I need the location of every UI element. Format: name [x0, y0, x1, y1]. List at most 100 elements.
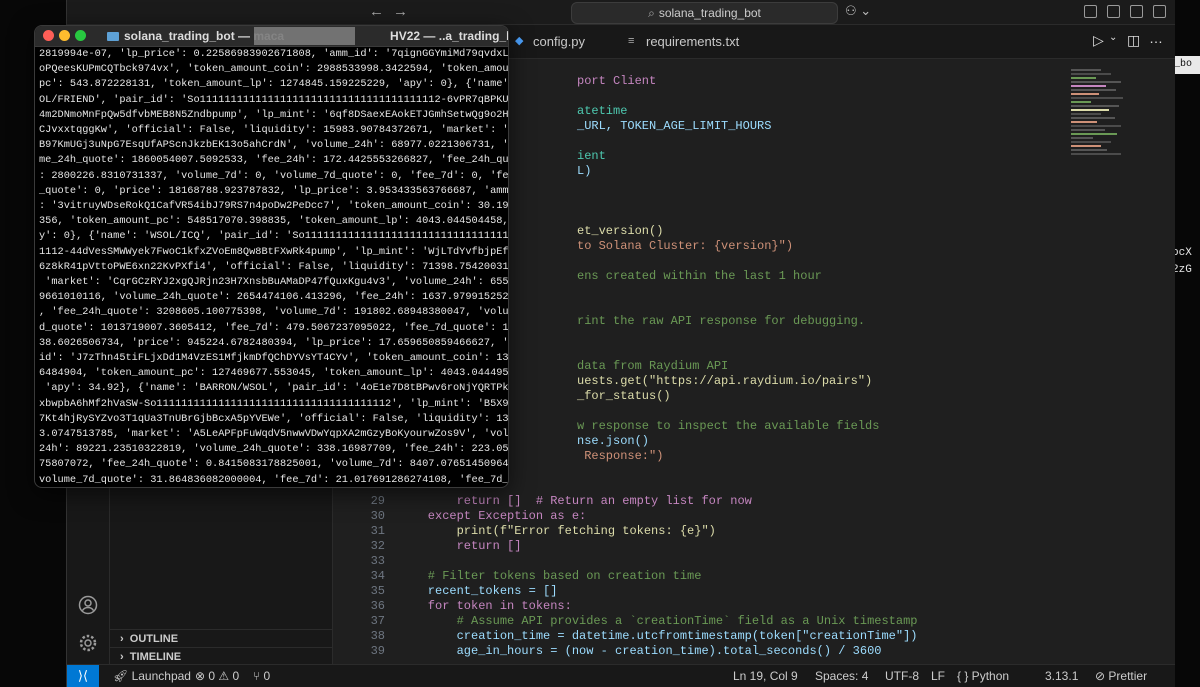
line-number: 31: [370, 524, 385, 538]
python-version[interactable]: 3.13.1: [1045, 665, 1078, 687]
terminal-output-line: 6484904, 'token_amount_pc': 127469677.55…: [39, 367, 509, 380]
code-line-partial: _for_status(): [577, 389, 671, 404]
timeline-section-header[interactable]: › TIMELINE: [110, 647, 332, 665]
run-icon[interactable]: ▷: [1093, 32, 1104, 49]
command-center-label: solana_trading_bot: [658, 6, 761, 20]
settings-gear-icon[interactable]: [78, 633, 98, 653]
code-line-partial: w response to inspect the available fiel…: [577, 419, 879, 434]
terminal-output-line: 9661010116, 'volume_24h_quote': 26544741…: [39, 291, 509, 304]
code-line: creation_time = datetime.utcfromtimestam…: [399, 629, 918, 644]
code-line-partial: ens created within the last 1 hour: [577, 269, 822, 284]
run-dropdown-icon[interactable]: ⌄: [1109, 32, 1117, 43]
line-number: 32: [370, 539, 385, 553]
account-icon[interactable]: [78, 595, 98, 615]
timeline-label: TIMELINE: [129, 651, 182, 663]
close-window-button[interactable]: [43, 30, 54, 41]
language-mode[interactable]: { } Python: [957, 665, 1009, 687]
remote-indicator-icon[interactable]: ⟩⟨: [67, 665, 99, 687]
code-line: age_in_hours = (now - creation_time).tot…: [399, 644, 882, 659]
line-number: 39: [370, 644, 385, 658]
code-text: et_version(): [577, 224, 664, 238]
tab-requirements-txt[interactable]: ≡ requirements.txt: [620, 25, 770, 58]
terminal-output-line: 4m2DNmoMnFpQw5dfvbMEB8N5Zndbpump', 'lp_m…: [39, 108, 509, 121]
outline-label: OUTLINE: [129, 633, 179, 645]
line-number: 37: [370, 614, 385, 628]
split-editor-icon[interactable]: ◫: [1127, 32, 1140, 49]
more-actions-icon[interactable]: …: [1149, 30, 1163, 46]
code-text: # Filter tokens based on creation time: [399, 569, 702, 583]
code-line-partial: _URL, TOKEN_AGE_LIMIT_HOURS: [577, 119, 771, 134]
indentation-setting[interactable]: Spaces: 4: [815, 665, 868, 687]
code-line-partial: nse.json(): [577, 434, 649, 449]
terminal-output-line: 2819994e-07, 'lp_price': 0.2258698390267…: [39, 48, 509, 60]
code-text: to Solana Cluster: {version}"): [577, 239, 794, 253]
line-number: 34: [370, 569, 385, 583]
tab-label: requirements.txt: [646, 34, 740, 49]
code-line: return [] # Return an empty list for now: [399, 494, 752, 509]
code-line: for token in tokens:: [399, 599, 572, 614]
folder-icon: [107, 32, 119, 41]
terminal-output-line: OL/FRIEND', 'pair_id': 'So11111111111111…: [39, 93, 509, 106]
ports-indicator[interactable]: ⑂ 0: [253, 665, 270, 687]
code-line: # Assume API provides a `creationTime` f…: [399, 614, 918, 629]
line-number: 38: [370, 629, 385, 643]
code-text: creation_time = datetime.utcfromtimestam…: [399, 629, 918, 643]
code-line: recent_tokens = []: [399, 584, 558, 599]
background-window-text: ocX 2zG: [1172, 245, 1200, 279]
cursor-position[interactable]: Ln 19, Col 9: [733, 665, 798, 687]
terminal-output-line: 24h': 89221.23510322819, 'volume_24h_quo…: [39, 443, 509, 456]
code-text: for token in tokens:: [399, 599, 572, 613]
line-number: 29: [370, 494, 385, 508]
code-text: _for_status(): [577, 389, 671, 403]
terminal-output-line: 38.6026506734, 'price': 945224.678248039…: [39, 336, 509, 349]
forward-arrow-icon[interactable]: →: [393, 3, 408, 20]
code-text: except Exception as e:: [399, 509, 587, 523]
zoom-window-button[interactable]: [75, 30, 86, 41]
terminal-output-line: me_24h_quote': 1860054007.5092533, 'fee_…: [39, 154, 509, 167]
terminal-output-line: pc': 543.872228131, 'token_amount_lp': 1…: [39, 78, 509, 91]
background-text-line: ocX: [1172, 247, 1192, 259]
eol-setting[interactable]: LF: [931, 665, 945, 687]
terminal-window[interactable]: solana_trading_bot — maca HV22 — ..a_trad…: [34, 25, 509, 488]
code-line-partial: port Client: [577, 74, 656, 89]
tab-config-py[interactable]: ◆ config.py: [507, 25, 619, 58]
outline-section-header[interactable]: › OUTLINE: [110, 629, 332, 647]
code-text: ens created within the last 1 hour: [577, 269, 822, 283]
code-text: L): [577, 164, 592, 178]
terminal-output-line: y': 0}, {'name': 'WSOL/ICQ', 'pair_id': …: [39, 230, 509, 243]
layout-panel-icon[interactable]: [1107, 5, 1120, 18]
terminal-output-line: 356, 'token_amount_pc': 548517070.398835…: [39, 215, 509, 228]
terminal-output-line: 75807072, 'fee_24h_quote': 0.84150831788…: [39, 458, 509, 471]
prettier-status[interactable]: ⊘ Prettier: [1095, 665, 1147, 687]
terminal-output[interactable]: 2819994e-07, 'lp_price': 0.2258698390267…: [39, 47, 509, 487]
command-center-search[interactable]: ⌕ solana_trading_bot: [571, 2, 838, 24]
customize-layout-icon[interactable]: [1153, 5, 1166, 18]
minimize-window-button[interactable]: [59, 30, 70, 41]
copilot-icon[interactable]: ⚇ ⌄: [845, 3, 871, 19]
back-arrow-icon[interactable]: ←: [369, 3, 384, 20]
code-line: except Exception as e:: [399, 509, 586, 524]
encoding-setting[interactable]: UTF-8: [885, 665, 919, 687]
terminal-output-line: 6z8kR41pVttoPWE6xn22KvPXfi4', 'official'…: [39, 260, 509, 273]
terminal-title-bar[interactable]: solana_trading_bot — maca HV22 — ..a_trad…: [35, 26, 508, 47]
code-text: rint the raw API response for debugging.: [577, 314, 866, 328]
chevron-right-icon: ›: [120, 633, 124, 645]
code-line: # Filter tokens based on creation time: [399, 569, 702, 584]
line-number: 35: [370, 584, 385, 598]
code-text: return []: [399, 539, 522, 553]
problems-indicator[interactable]: ⊗ 0 ⚠ 0: [195, 665, 239, 687]
terminal-output-line: volume_7d_quote': 31.864836082000004, 'f…: [39, 473, 509, 486]
line-number: 33: [370, 554, 385, 568]
code-text: Response:"): [577, 449, 664, 463]
code-line-partial: Response:"): [577, 449, 663, 464]
terminal-output-line: 7Kt4hjRySYZvo3T1qUa3TnUBrGjbBcxA5pYVEWe'…: [39, 412, 509, 425]
code-line-partial: atetime: [577, 104, 627, 119]
layout-secondary-sidebar-icon[interactable]: [1130, 5, 1143, 18]
code-line-partial: data from Raydium API: [577, 359, 728, 374]
code-text: return [] # Return an empty list for now: [399, 494, 752, 508]
minimap[interactable]: [1071, 69, 1141, 189]
launchpad-item[interactable]: 🚀︎ Launchpad: [113, 665, 191, 687]
terminal-output-line: d_quote': 1013719007.3605412, 'fee_7d': …: [39, 321, 509, 334]
layout-sidebar-icon[interactable]: [1084, 5, 1097, 18]
launchpad-label: Launchpad: [131, 669, 191, 683]
